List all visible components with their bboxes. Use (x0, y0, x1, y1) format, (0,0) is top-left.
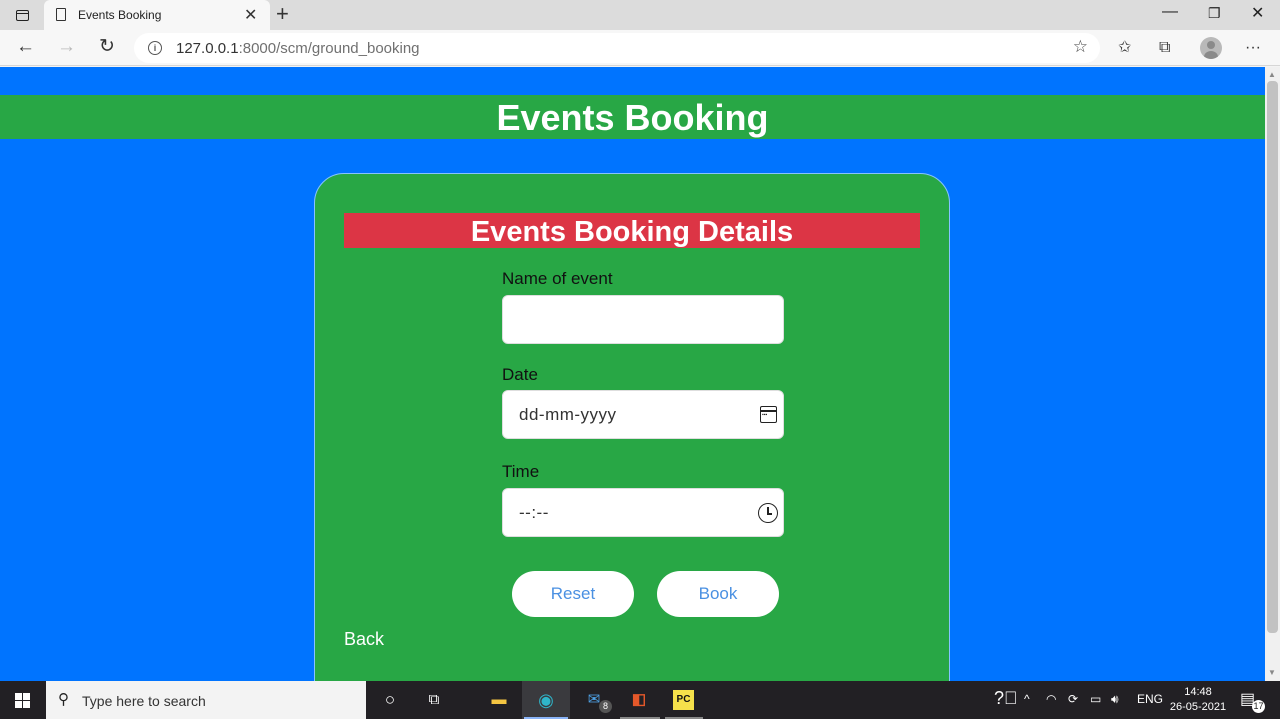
add-favorite-icon[interactable]: ☆ (1073, 37, 1088, 57)
booking-card: Events Booking Details Name of event Dat… (314, 173, 950, 681)
date-label: Date (502, 365, 538, 384)
task-view-icon[interactable]: ⧉ (423, 690, 445, 710)
book-button[interactable]: Book (657, 571, 779, 617)
url-text[interactable]: 127.0.0.1:8000/scm/ground_booking (176, 40, 420, 57)
search-icon: ⚲ (58, 691, 69, 708)
info-icon[interactable]: i (148, 41, 162, 55)
forward-arrow-icon[interactable]: → (57, 35, 76, 59)
window-menu-icon[interactable] (10, 6, 34, 24)
page-title: Events Booking (496, 97, 769, 138)
edge-browser-icon[interactable]: ◉ (535, 690, 557, 710)
scroll-thumb[interactable] (1267, 81, 1278, 633)
notification-count: 17 (1252, 700, 1265, 713)
collections-icon[interactable]: ⧉ (1159, 38, 1170, 58)
sync-icon[interactable]: ⟳ (1068, 692, 1078, 706)
search-placeholder: Type here to search (82, 693, 206, 709)
time-placeholder: --:-- (519, 503, 549, 522)
volume-icon[interactable]: 🔊︎ (1111, 692, 1119, 707)
event-name-label: Name of event (502, 269, 613, 288)
card-title: Events Booking Details (470, 216, 794, 248)
calendar-icon[interactable] (760, 406, 777, 423)
cortana-icon[interactable]: ○ (379, 690, 401, 710)
card-banner: Events Booking Details (344, 213, 920, 248)
more-menu-icon[interactable]: ··· (1245, 38, 1261, 58)
wifi-icon[interactable]: ◠ (1046, 692, 1056, 706)
mail-badge: 8 (599, 700, 612, 713)
page-viewport: Events Booking Events Booking Details Na… (0, 67, 1265, 681)
header-band: Events Booking (0, 95, 1265, 139)
close-window-icon[interactable]: ✕ (1251, 3, 1264, 23)
back-arrow-icon[interactable]: ← (16, 35, 35, 59)
help-icon[interactable]: ?⃝ (994, 688, 1018, 709)
time-input[interactable]: --:-- (502, 488, 784, 537)
url-path: :8000/scm/ground_booking (238, 40, 420, 57)
scroll-down-icon[interactable]: ▼ (1268, 668, 1276, 677)
taskbar-search[interactable]: ⚲ Type here to search (46, 681, 366, 719)
windows-start-icon[interactable] (15, 693, 30, 708)
battery-icon[interactable]: ▭ (1090, 692, 1101, 706)
clock-time: 14:48 (1184, 686, 1212, 698)
clock-icon[interactable] (758, 503, 778, 523)
scroll-up-icon[interactable]: ▲ (1268, 70, 1276, 79)
tab-title: Events Booking (78, 8, 162, 22)
url-host: 127.0.0.1 (176, 40, 239, 57)
office-icon[interactable]: ◧ (628, 690, 650, 710)
new-tab-icon[interactable]: + (276, 1, 289, 27)
browser-tab[interactable]: Events Booking ✕ (44, 0, 270, 30)
file-explorer-icon[interactable]: ▬ (488, 690, 510, 710)
date-input[interactable]: dd-mm-yyyy (502, 390, 784, 439)
close-tab-icon[interactable]: ✕ (244, 5, 257, 25)
refresh-icon[interactable]: ↻ (99, 35, 115, 59)
event-name-input[interactable] (502, 295, 784, 344)
page-scrollbar[interactable]: ▲ ▼ (1265, 67, 1280, 681)
language-indicator[interactable]: ENG (1137, 692, 1163, 706)
page-icon (56, 8, 66, 21)
back-link[interactable]: Back (344, 629, 384, 650)
system-clock[interactable]: 14:48 26-05-2021 (1168, 685, 1228, 715)
maximize-icon[interactable]: ❐ (1208, 5, 1221, 22)
date-placeholder: dd-mm-yyyy (519, 405, 617, 424)
address-bar: ← → ↻ i 127.0.0.1:8000/scm/ground_bookin… (0, 30, 1280, 66)
taskbar: ⚲ Type here to search ○ ⧉ ▬ ◉ ✉ 8 ◧ PC ?… (0, 681, 1280, 719)
favorites-icon[interactable]: ✩ (1118, 38, 1131, 58)
browser-tab-bar: Events Booking ✕ + — ❐ ✕ (0, 0, 1280, 30)
profile-avatar-icon[interactable] (1200, 37, 1222, 59)
reset-button[interactable]: Reset (512, 571, 634, 617)
clock-date: 26-05-2021 (1169, 701, 1227, 713)
time-label: Time (502, 462, 540, 481)
url-field[interactable]: i 127.0.0.1:8000/scm/ground_booking ☆ (134, 33, 1100, 63)
pycharm-icon[interactable]: PC (673, 690, 694, 710)
show-hidden-icons-icon[interactable]: ^ (1024, 692, 1030, 706)
minimize-icon[interactable]: — (1162, 3, 1178, 21)
